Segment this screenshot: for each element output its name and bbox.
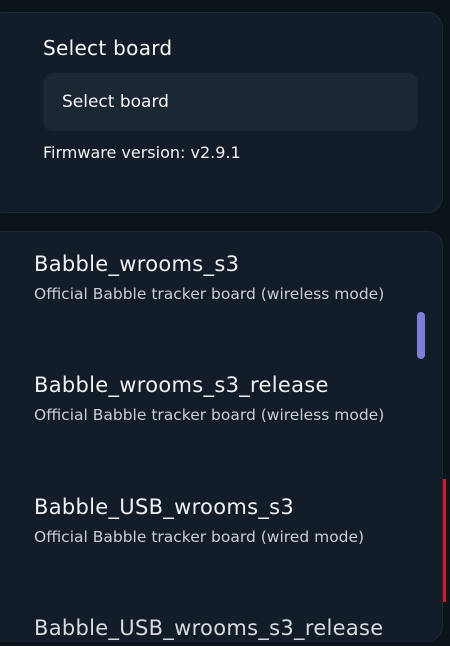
board-name: Babble_USB_wrooms_s3 [34, 495, 295, 519]
board-select-dropdown[interactable]: Select board [43, 73, 418, 131]
board-name: Babble_wrooms_s3 [34, 252, 240, 276]
board-description: Official Babble tracker board (wireless … [34, 285, 385, 303]
firmware-version-label: Firmware version: v2.9.1 [43, 143, 241, 162]
section-title: Select board [43, 36, 173, 60]
list-scrollbar[interactable] [417, 312, 425, 359]
board-name: Babble_wrooms_s3_release [34, 373, 329, 397]
board-name: Babble_USB_wrooms_s3_release [34, 616, 384, 640]
board-item-babble-wrooms-s3[interactable]: Babble_wrooms_s3 Official Babble tracker… [0, 250, 442, 309]
board-item-babble-usb-wrooms-s3[interactable]: Babble_USB_wrooms_s3 Official Babble tra… [0, 493, 442, 552]
board-description: Official Babble tracker board (wireless … [34, 406, 385, 424]
board-item-babble-usb-wrooms-s3-release[interactable]: Babble_USB_wrooms_s3_release [0, 614, 442, 641]
board-description: Official Babble tracker board (wired mod… [34, 528, 365, 546]
board-item-babble-wrooms-s3-release[interactable]: Babble_wrooms_s3_release Official Babble… [0, 371, 442, 430]
board-list[interactable]: Babble_wrooms_s3 Official Babble tracker… [0, 231, 443, 642]
